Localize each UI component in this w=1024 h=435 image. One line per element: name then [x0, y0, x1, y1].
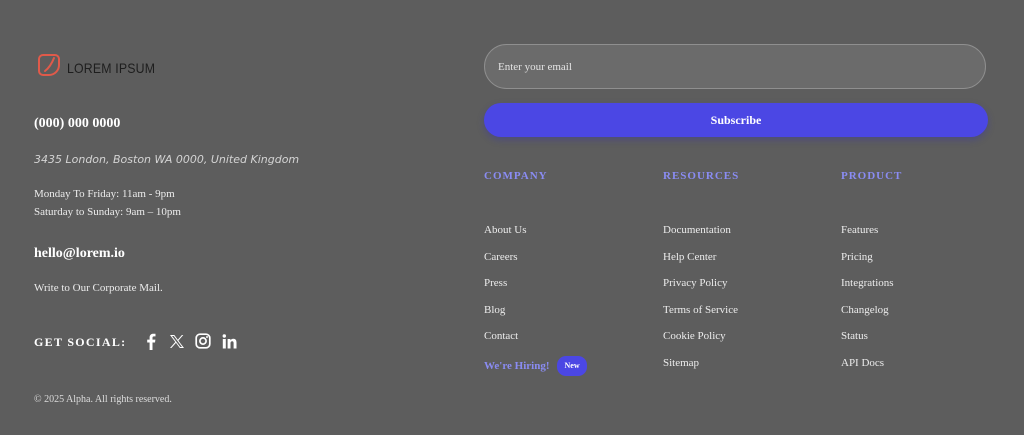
link-features[interactable]: Features: [841, 224, 878, 236]
contact-phone[interactable]: (000) 000 0000: [34, 116, 120, 132]
link-about-us[interactable]: About Us: [484, 224, 526, 236]
link-documentation[interactable]: Documentation: [663, 224, 731, 236]
link-press[interactable]: Press: [484, 277, 507, 289]
link-sitemap[interactable]: Sitemap: [663, 357, 699, 369]
newsletter-email-input[interactable]: [484, 44, 986, 89]
new-badge: New: [557, 355, 587, 376]
x-icon[interactable]: [169, 332, 185, 350]
brand-name: LOREM IPSUM: [67, 59, 156, 76]
copyright: © 2025 Alpha. All rights reserved.: [34, 394, 172, 405]
contact-email[interactable]: hello@lorem.io: [34, 246, 125, 262]
footer-column-resources: RESOURCES Documentation Help Center Priv…: [663, 170, 833, 383]
column-heading: PRODUCT: [841, 170, 903, 182]
link-blog[interactable]: Blog: [484, 304, 505, 316]
link-careers[interactable]: Careers: [484, 251, 518, 263]
link-help-center[interactable]: Help Center: [663, 251, 716, 263]
facebook-icon[interactable]: [143, 332, 159, 350]
social-label: GET SOCIAL:: [34, 335, 127, 349]
link-were-hiring[interactable]: We're Hiring!: [484, 360, 549, 372]
link-status[interactable]: Status: [841, 330, 868, 342]
link-terms-of-service[interactable]: Terms of Service: [663, 304, 738, 316]
subscribe-button[interactable]: Subscribe: [484, 103, 988, 137]
link-cookie-policy[interactable]: Cookie Policy: [663, 330, 726, 342]
email-note: Write to Our Corporate Mail.: [34, 282, 163, 294]
footer-column-company: COMPANY About Us Careers Press Blog Cont…: [484, 170, 654, 383]
link-contact[interactable]: Contact: [484, 330, 518, 342]
link-privacy-policy[interactable]: Privacy Policy: [663, 277, 727, 289]
linkedin-icon[interactable]: [221, 332, 237, 350]
hours-weekend: Saturday to Sunday: 9am – 10pm: [34, 206, 181, 218]
opening-hours: Monday To Friday: 11am - 9pm Saturday to…: [34, 185, 181, 221]
social-icons: [143, 332, 237, 350]
column-heading: COMPANY: [484, 170, 548, 182]
logo-mark-icon: [36, 52, 62, 83]
link-api-docs[interactable]: API Docs: [841, 357, 884, 369]
link-changelog[interactable]: Changelog: [841, 304, 889, 316]
footer-column-product: PRODUCT Features Pricing Integrations Ch…: [841, 170, 1011, 383]
link-pricing[interactable]: Pricing: [841, 251, 873, 263]
link-integrations[interactable]: Integrations: [841, 277, 894, 289]
instagram-icon[interactable]: [195, 332, 211, 350]
column-heading: RESOURCES: [663, 170, 740, 182]
hours-weekday: Monday To Friday: 11am - 9pm: [34, 188, 175, 200]
contact-address: 3435 London, Boston WA 0000, United King…: [34, 153, 300, 166]
brand-logo[interactable]: LOREM IPSUM: [36, 52, 167, 83]
